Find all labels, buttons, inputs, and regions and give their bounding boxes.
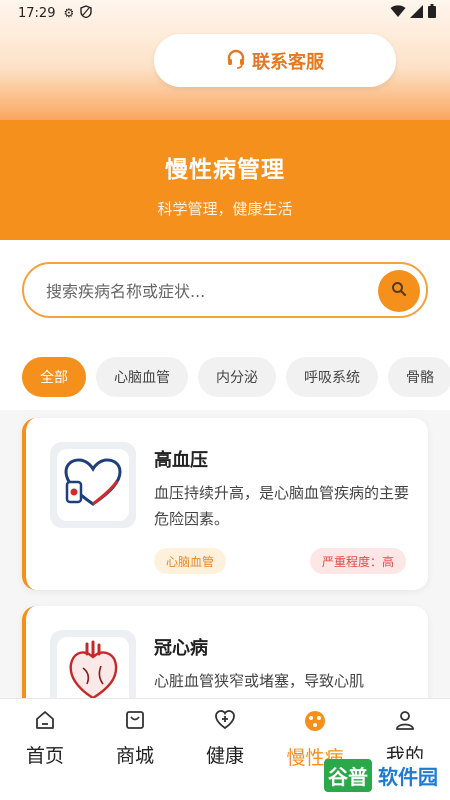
shield-icon xyxy=(80,5,92,21)
hero-banner: 慢性病管理 科学管理，健康生活 xyxy=(0,120,450,240)
search-icon xyxy=(391,281,407,301)
nav-health-label: 健康 xyxy=(205,745,244,767)
disease-description: 血压持续升高，是心脑血管疾病的主要危险因素。 xyxy=(154,484,410,528)
severity-badge: 严重程度：高 xyxy=(309,548,406,574)
tab-endocrine[interactable]: 内分泌 xyxy=(198,357,276,397)
category-tabs: 全部 心脑血管 内分泌 呼吸系统 骨骼 xyxy=(22,357,450,399)
nav-health[interactable]: 健康 xyxy=(180,699,270,800)
contact-service-label: 联系客服 xyxy=(252,51,324,73)
tab-all[interactable]: 全部 xyxy=(22,357,86,397)
page-subtitle: 科学管理，健康生活 xyxy=(157,200,293,218)
home-icon xyxy=(34,709,56,735)
disease-name: 高血压 xyxy=(154,450,208,471)
disease-card-hypertension[interactable]: 高血压 血压持续升高，是心脑血管疾病的主要危险因素。 心脑血管 严重程度：高 xyxy=(22,418,428,590)
search-button[interactable] xyxy=(378,270,420,312)
nav-home-label: 首页 xyxy=(25,745,64,767)
disease-list: 高血压 血压持续升高，是心脑血管疾病的主要危险因素。 心脑血管 严重程度：高 冠… xyxy=(0,410,450,698)
shop-bag-icon xyxy=(124,709,146,735)
health-heart-icon xyxy=(214,709,236,735)
blood-pressure-heart-icon xyxy=(62,458,124,512)
disease-card-coronary[interactable]: 冠心病 心脏血管狭窄或堵塞，导致心肌 xyxy=(22,606,428,698)
chronic-disease-icon xyxy=(303,709,327,737)
status-time: 17:29 xyxy=(18,5,56,21)
disease-thumbnail xyxy=(50,442,136,528)
watermark-logo: 谷普 软件园 xyxy=(324,759,442,792)
settings-gear-icon: ⚙ xyxy=(63,6,75,20)
tab-skeletal[interactable]: 骨骼 xyxy=(388,357,450,397)
anatomical-heart-icon xyxy=(63,640,123,698)
contact-service-button[interactable]: 联系客服 xyxy=(154,34,396,87)
disease-thumbnail xyxy=(50,630,136,698)
search-input[interactable]: 搜索疾病名称或症状... xyxy=(46,278,205,302)
page-title: 慢性病管理 xyxy=(165,157,285,183)
category-tag: 心脑血管 xyxy=(154,548,227,574)
nav-home[interactable]: 首页 xyxy=(0,699,90,800)
nav-shop[interactable]: 商城 xyxy=(90,699,180,800)
nav-shop-label: 商城 xyxy=(115,745,154,767)
watermark-text: 软件园 xyxy=(374,759,442,792)
status-bar: 17:29 ⚙ xyxy=(0,0,450,26)
search-bar[interactable]: 搜索疾病名称或症状... xyxy=(22,262,428,318)
disease-description: 心脏血管狭窄或堵塞，导致心肌 xyxy=(154,672,365,690)
battery-icon xyxy=(428,4,436,22)
profile-icon xyxy=(394,709,416,735)
watermark-brand: 谷普 xyxy=(324,759,372,792)
tab-respiratory[interactable]: 呼吸系统 xyxy=(286,357,378,397)
headset-icon xyxy=(226,49,246,73)
signal-icon xyxy=(410,4,424,22)
wifi-icon xyxy=(390,4,406,22)
disease-name: 冠心病 xyxy=(154,638,208,659)
tab-cardio-cerebrovascular[interactable]: 心脑血管 xyxy=(96,357,188,397)
